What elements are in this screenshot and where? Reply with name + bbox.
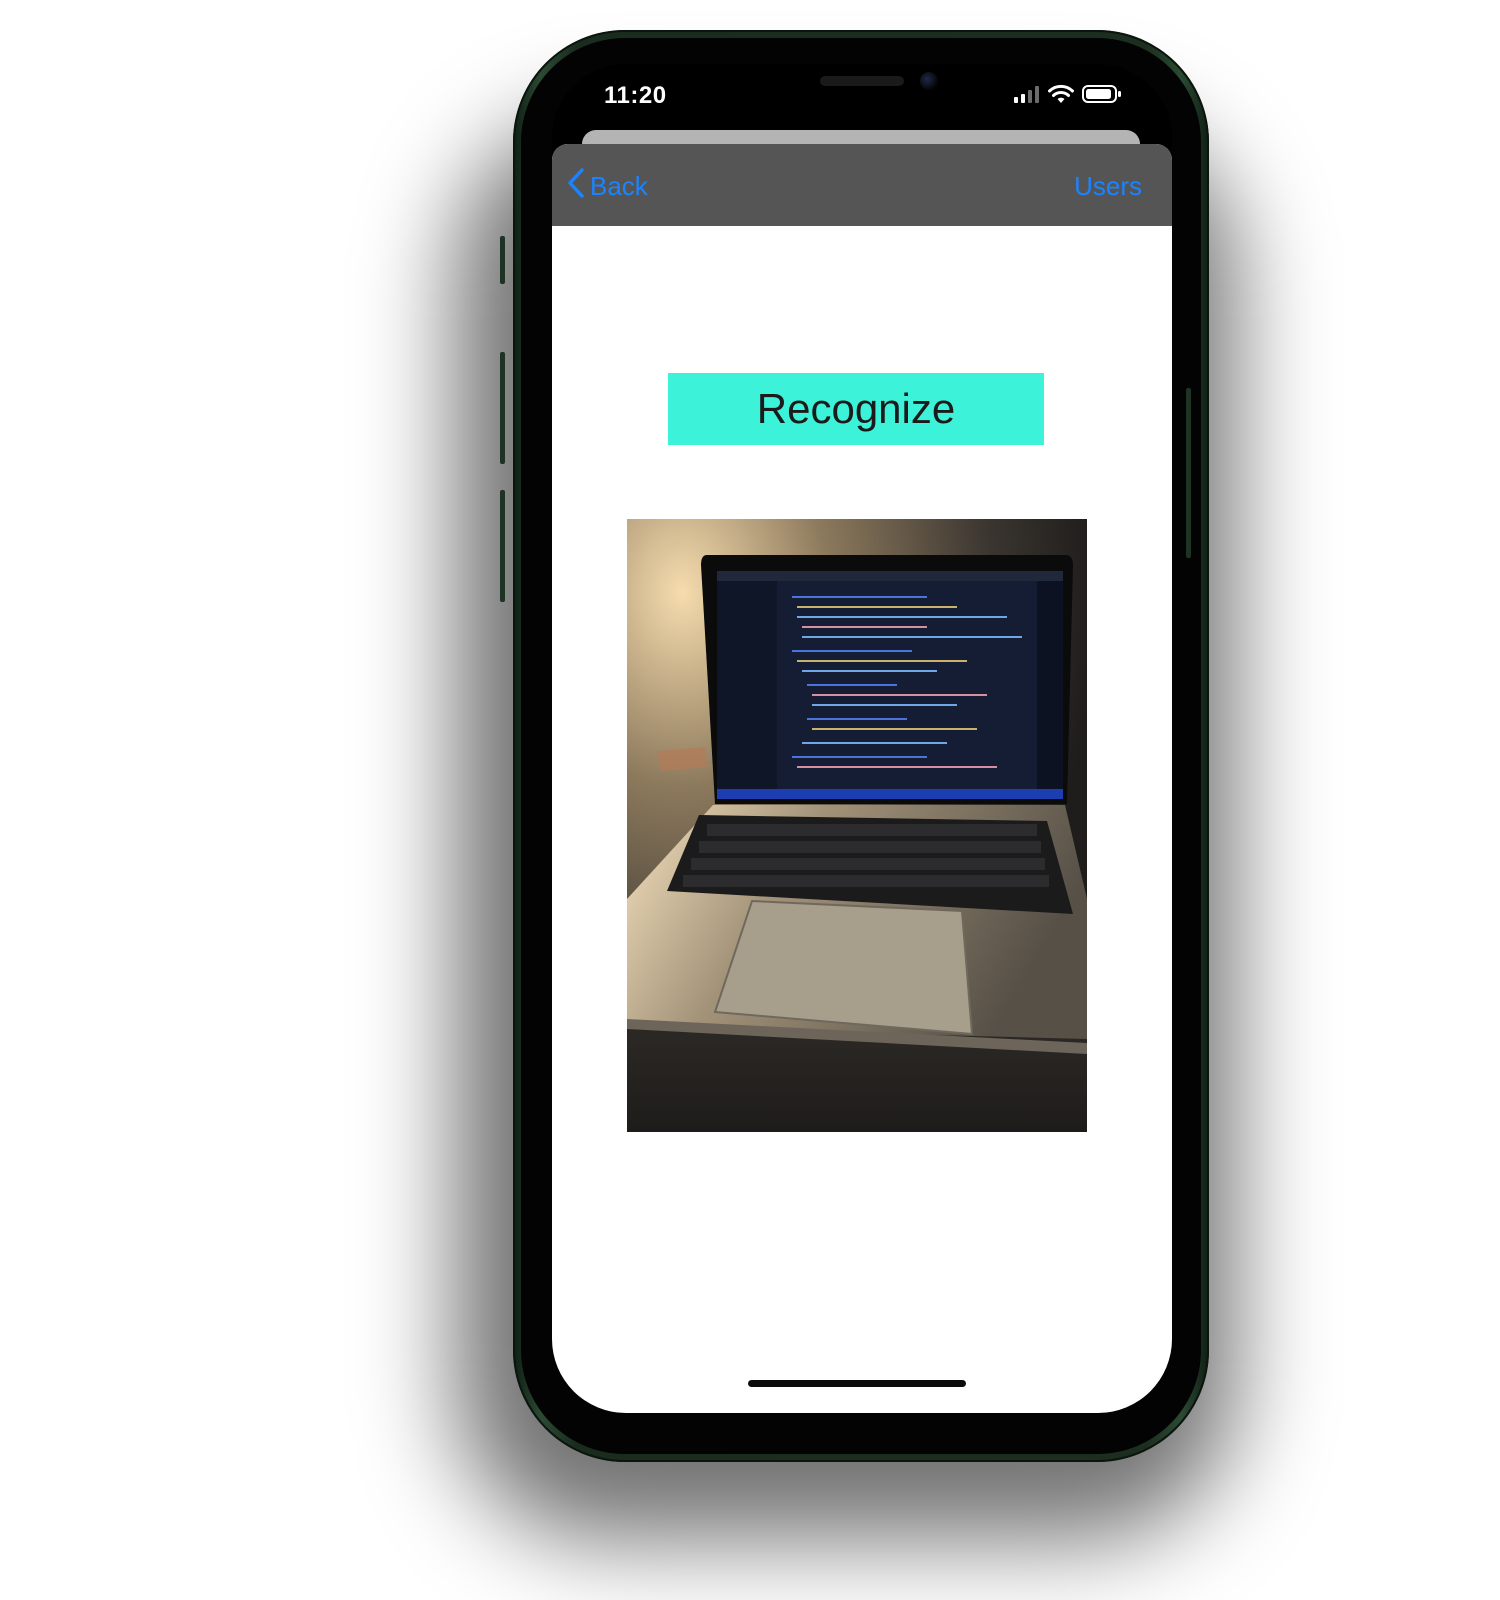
home-indicator[interactable]	[748, 1380, 966, 1387]
users-button[interactable]: Users	[1074, 168, 1142, 204]
silent-switch	[500, 236, 505, 284]
volume-down-button	[500, 490, 505, 602]
status-time: 11:20	[604, 82, 667, 109]
app-sheet: Back Users Recognize	[552, 144, 1172, 1413]
back-button[interactable]: Back	[568, 167, 648, 205]
power-button	[1186, 388, 1191, 558]
laptop-photo	[627, 519, 1087, 1132]
wifi-icon	[1048, 84, 1074, 109]
chevron-left-icon	[568, 167, 590, 205]
recognize-button[interactable]: Recognize	[668, 373, 1044, 445]
back-label: Back	[590, 170, 648, 201]
cellular-signal-icon	[1014, 85, 1040, 108]
status-icons	[1014, 84, 1122, 108]
earpiece-speaker	[820, 76, 904, 86]
volume-up-button	[500, 352, 505, 464]
battery-icon	[1082, 84, 1122, 109]
phone-screen: 11:20 Back Users Recognize	[552, 64, 1172, 1413]
navigation-bar: Back Users	[552, 144, 1172, 226]
front-camera	[920, 72, 938, 90]
